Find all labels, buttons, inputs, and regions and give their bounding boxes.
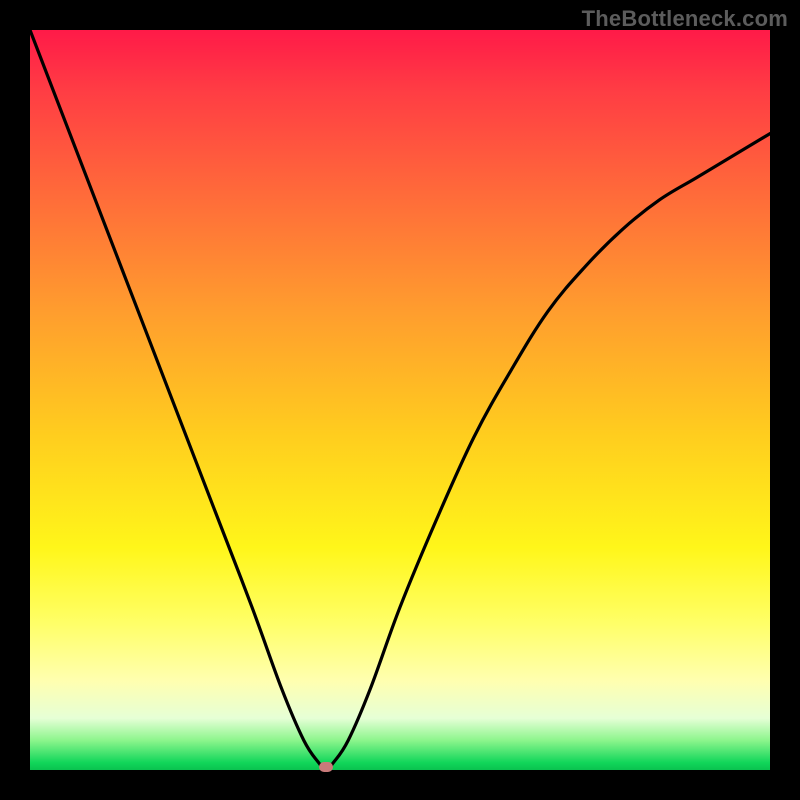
min-marker bbox=[319, 762, 333, 772]
chart-frame: TheBottleneck.com bbox=[0, 0, 800, 800]
curve-svg bbox=[30, 30, 770, 770]
watermark-text: TheBottleneck.com bbox=[582, 6, 788, 32]
plot-area bbox=[30, 30, 770, 770]
bottleneck-curve bbox=[30, 30, 770, 770]
